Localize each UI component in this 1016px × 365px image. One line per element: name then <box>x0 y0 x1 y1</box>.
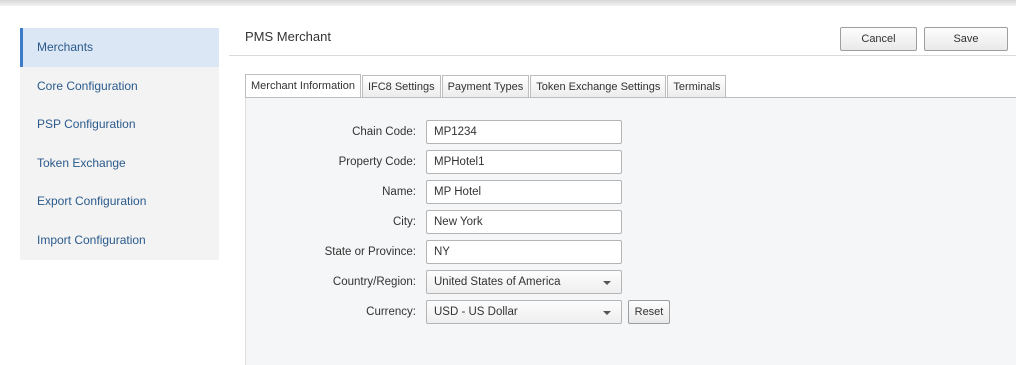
main-content: PMS Merchant Cancel Save Merchant Inform… <box>229 25 1016 365</box>
state-row: State or Province: NY <box>246 240 622 264</box>
state-label: State or Province: <box>324 246 416 258</box>
cancel-button[interactable]: Cancel <box>840 27 917 51</box>
chain-code-row: Chain Code: MP1234 <box>246 120 622 144</box>
top-divider <box>0 0 1016 6</box>
page-header: PMS Merchant Cancel Save <box>229 25 1016 56</box>
chain-code-input[interactable]: MP1234 <box>426 120 622 144</box>
currency-label: Currency: <box>366 306 416 318</box>
sidebar-item-merchants[interactable]: Merchants <box>20 28 219 67</box>
country-row: Country/Region: United States of America <box>246 270 622 294</box>
tab-merchant-information[interactable]: Merchant Information <box>245 74 361 97</box>
chain-code-label: Chain Code: <box>352 126 416 138</box>
sidebar-item-label: PSP Configuration <box>37 117 136 132</box>
city-row: City: New York <box>246 210 622 234</box>
country-label: Country/Region: <box>332 276 416 288</box>
sidebar-item-label: Import Configuration <box>37 232 146 247</box>
tab-ifc8-settings[interactable]: IFC8 Settings <box>361 75 441 97</box>
city-label: City: <box>393 216 416 228</box>
state-input[interactable]: NY <box>426 240 622 264</box>
country-select[interactable]: United States of America <box>426 270 622 294</box>
tab-payment-types[interactable]: Payment Types <box>441 75 530 97</box>
property-code-label: Property Code: <box>338 156 416 168</box>
name-label: Name: <box>382 186 416 198</box>
name-row: Name: MP Hotel <box>246 180 622 204</box>
city-input[interactable]: New York <box>426 210 622 234</box>
sidebar-item-core-configuration[interactable]: Core Configuration <box>20 67 219 106</box>
merchant-form-panel: Chain Code: MP1234 Property Code: MPHote… <box>245 98 1016 365</box>
reset-button[interactable]: Reset <box>628 300 670 324</box>
property-code-row: Property Code: MPHotel1 <box>246 150 622 174</box>
tab-bar: Merchant Information IFC8 Settings Payme… <box>245 74 727 97</box>
currency-select[interactable]: USD - US Dollar <box>426 300 622 324</box>
country-value: United States of America <box>434 276 561 288</box>
save-button[interactable]: Save <box>924 27 1008 51</box>
sidebar-item-export-configuration[interactable]: Export Configuration <box>20 182 219 221</box>
name-input[interactable]: MP Hotel <box>426 180 622 204</box>
currency-value: USD - US Dollar <box>434 306 518 318</box>
sidebar-item-label: Token Exchange <box>37 155 126 170</box>
sidebar-item-label: Merchants <box>37 40 94 55</box>
chevron-down-icon <box>603 311 611 315</box>
sidebar-item-psp-configuration[interactable]: PSP Configuration <box>20 105 219 144</box>
sidebar-item-label: Export Configuration <box>37 194 147 209</box>
currency-row: Currency: USD - US Dollar Reset <box>246 300 670 324</box>
sidebar-item-token-exchange[interactable]: Token Exchange <box>20 144 219 183</box>
sidebar: Merchants Core Configuration PSP Configu… <box>20 28 219 260</box>
property-code-input[interactable]: MPHotel1 <box>426 150 622 174</box>
sidebar-item-label: Core Configuration <box>37 78 138 93</box>
chevron-down-icon <box>603 281 611 285</box>
page-title: PMS Merchant <box>245 29 331 44</box>
sidebar-item-import-configuration[interactable]: Import Configuration <box>20 221 219 260</box>
tab-terminals[interactable]: Terminals <box>667 75 727 97</box>
tab-token-exchange-settings[interactable]: Token Exchange Settings <box>530 75 667 97</box>
